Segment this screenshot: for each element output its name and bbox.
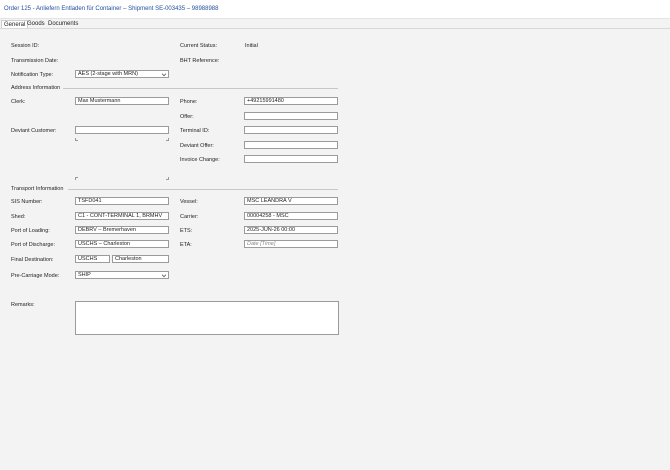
address-section-title: Address Information — [11, 85, 61, 91]
resize-grip-icon[interactable] — [166, 138, 169, 141]
invoice-change-label: Invoice Change: — [180, 157, 220, 163]
sis-number-label: SIS Number: — [11, 199, 43, 205]
phone-field[interactable]: +49215991480 — [244, 97, 338, 105]
final-destination-label: Final Destination: — [11, 257, 54, 263]
invoice-change-field[interactable] — [244, 155, 338, 163]
ets-field[interactable]: 2025-JUN-26 00:00 — [244, 226, 338, 234]
window-title: Order 125 - Anliefern Entladen für Conta… — [4, 6, 219, 12]
transport-section-title: Transport Information — [11, 186, 64, 192]
terminal-id-label: Terminal ID: — [180, 128, 210, 134]
deviant-customer-label: Deviant Customer: — [11, 128, 57, 134]
pre-carriage-mode-label: Pre-Carriage Mode: — [11, 273, 60, 279]
session-id-label: Session ID: — [11, 43, 40, 49]
remarks-label: Remarks: — [11, 302, 35, 308]
bht-reference-label: BHT Reference: — [180, 58, 220, 64]
resize-grip-icon[interactable] — [166, 177, 169, 180]
chevron-down-icon — [161, 272, 167, 278]
offer-label: Offer: — [180, 114, 194, 120]
pre-carriage-mode-value: SHIP — [78, 272, 91, 278]
eta-label: ETA: — [180, 242, 192, 248]
address-section-divider — [63, 88, 338, 89]
deviant-offer-label: Deviant Offer: — [180, 143, 214, 149]
shed-label: Shed: — [11, 214, 26, 220]
port-of-discharge-label: Port of Discharge: — [11, 242, 56, 248]
phone-label: Phone: — [180, 99, 198, 105]
port-of-loading-label: Port of Loading: — [11, 228, 50, 234]
vessel-label: Vessel: — [180, 199, 198, 205]
clerk-label: Clerk: — [11, 99, 26, 105]
pre-carriage-mode-select[interactable]: SHIP — [75, 271, 169, 279]
deviant-offer-field[interactable] — [244, 141, 338, 149]
final-destination-name-field[interactable]: Charleston — [112, 255, 169, 263]
port-of-loading-field[interactable]: DEBRV – Bremerhaven — [75, 226, 169, 234]
chevron-down-icon — [161, 71, 167, 77]
current-status-label: Current Status: — [180, 43, 217, 49]
clerk-field[interactable]: Max Mustermann — [75, 97, 169, 105]
ets-label: ETS: — [180, 228, 193, 234]
vessel-field[interactable]: MSC LEANDRA V — [244, 197, 338, 205]
tab-divider — [0, 28, 670, 29]
terminal-id-field[interactable] — [244, 126, 338, 134]
deviant-customer-field[interactable] — [75, 126, 169, 134]
carrier-label: Carrier: — [180, 214, 199, 220]
transport-section-divider — [68, 189, 338, 190]
title-bar: Order 125 - Anliefern Entladen für Conta… — [0, 0, 670, 19]
current-status-value: Initial — [245, 43, 258, 49]
offer-field[interactable] — [244, 112, 338, 120]
resize-grip-icon[interactable] — [75, 177, 78, 180]
notification-type-value: AES (2-stage with MRN) — [78, 71, 138, 77]
notification-type-label: Notification Type: — [11, 72, 54, 78]
notification-type-select[interactable]: AES (2-stage with MRN) — [75, 70, 169, 78]
port-of-discharge-field[interactable]: USCHS – Charleston — [75, 240, 169, 248]
remarks-textarea[interactable] — [75, 301, 339, 335]
resize-grip-icon[interactable] — [75, 138, 78, 141]
transmission-date-label: Transmission Date: — [11, 58, 59, 64]
carrier-field[interactable]: 00004258 - MSC — [244, 212, 338, 220]
shed-field[interactable]: C1 - CONT-TERMINAL 1, BRMHV — [75, 212, 169, 220]
sis-number-field[interactable]: TSFD041 — [75, 197, 169, 205]
eta-field[interactable]: Date [Time] — [244, 240, 338, 248]
final-destination-code-field[interactable]: USCHS — [75, 255, 110, 263]
